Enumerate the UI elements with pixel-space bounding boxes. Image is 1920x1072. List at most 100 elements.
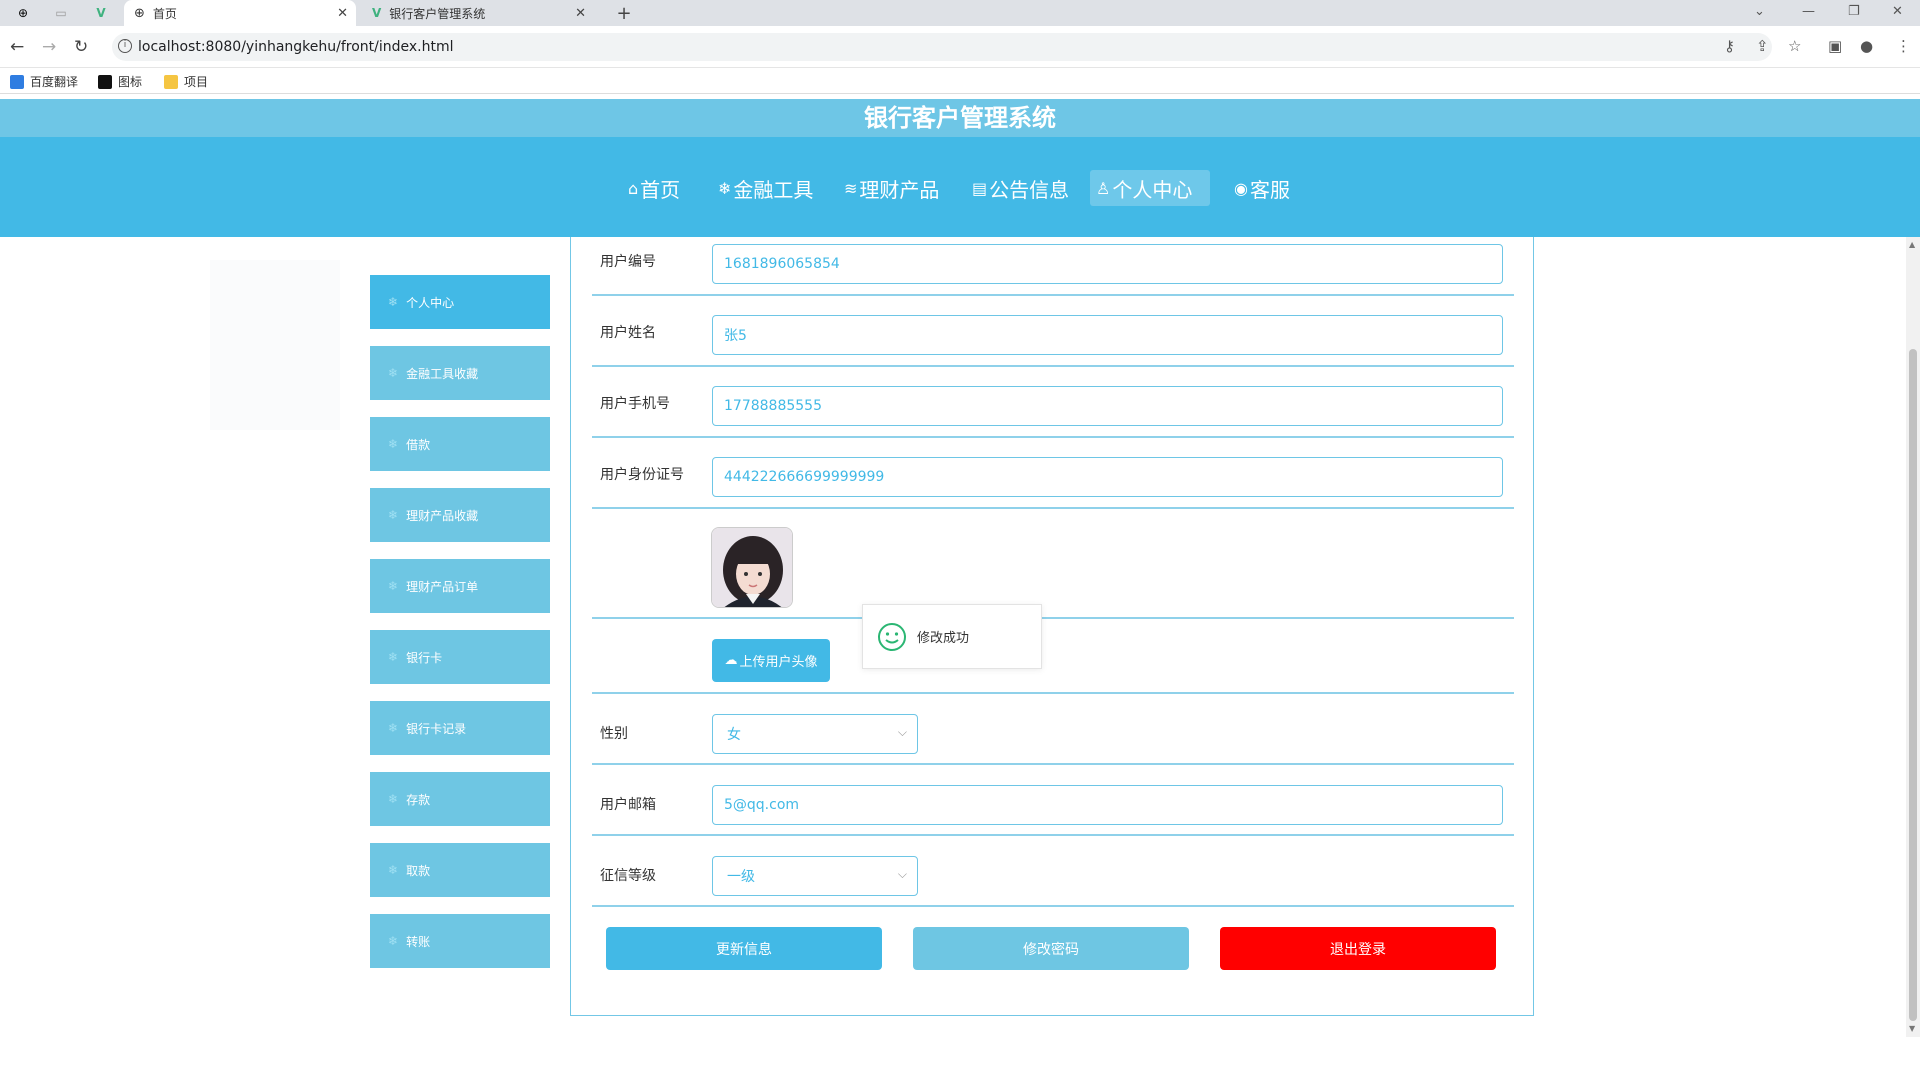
forward-icon[interactable]: → (42, 37, 56, 57)
sidebar-item-label: 个人中心 (406, 295, 455, 310)
star-icon[interactable]: ☆ (1788, 37, 1801, 55)
vue-icon[interactable]: V (92, 5, 110, 21)
row-divider (592, 692, 1514, 694)
close-icon[interactable]: ✕ (575, 6, 586, 21)
share-icon[interactable]: ⇪ (1756, 37, 1769, 55)
tab-title: 银行客户管理系统 (389, 6, 486, 21)
id-card-input[interactable]: 444222666699999999 (712, 457, 1503, 497)
snowflake-icon: ❄ (388, 792, 399, 806)
sidebar-item-label: 存款 (406, 792, 431, 807)
browser-tab-home[interactable]: ⊕ 首页 ✕ (124, 0, 356, 26)
avatar-image (712, 528, 792, 607)
nav-personal-center[interactable]: ♙ 个人中心 (1090, 170, 1210, 206)
sidebar-item-label: 银行卡 (406, 650, 443, 665)
bookmark-project-folder[interactable]: 项目 (164, 73, 208, 90)
snowflake-icon: ❄ (388, 934, 399, 948)
sidebar-item-tool-favorites[interactable]: ❄ 金融工具收藏 (370, 346, 550, 400)
faded-background-decoration (210, 260, 340, 430)
credit-level-select[interactable]: 一级 ⌵ (712, 856, 918, 896)
row-divider (592, 763, 1514, 765)
sidebar-item-personal-center[interactable]: ❄ 个人中心 (370, 275, 550, 329)
reload-icon[interactable]: ↻ (74, 37, 88, 57)
globe-icon[interactable]: ⊕ (14, 5, 32, 21)
restore-icon[interactable]: ❐ (1848, 4, 1860, 19)
snowflake-icon: ❄ (388, 508, 399, 522)
site-title: 银行客户管理系统 (0, 99, 1920, 137)
nav-label: 个人中心 (1112, 177, 1193, 202)
cloud-upload-icon: ☁ (724, 653, 738, 668)
update-info-button[interactable]: 更新信息 (606, 927, 882, 970)
close-icon[interactable]: ✕ (337, 6, 348, 21)
sidepanel-icon[interactable]: ▣ (1828, 37, 1842, 55)
sidebar-item-card-records[interactable]: ❄ 银行卡记录 (370, 701, 550, 755)
sidebar-item-product-favorites[interactable]: ❄ 理财产品收藏 (370, 488, 550, 542)
user-id-label: 用户编号 (600, 254, 656, 270)
nav-label: 客服 (1249, 177, 1290, 202)
new-tab-button[interactable]: + (615, 3, 633, 24)
sidebar-item-loan[interactable]: ❄ 借款 (370, 417, 550, 471)
credit-level-value: 一级 (727, 869, 755, 885)
sidebar-item-label: 金融工具收藏 (406, 366, 479, 381)
snowflake-icon: ❄ (388, 863, 399, 877)
email-label: 用户邮箱 (600, 797, 656, 813)
info-icon[interactable]: i (118, 39, 132, 53)
user-id-input[interactable]: 1681896065854 (712, 244, 1503, 284)
nav-label: 金融工具 (733, 177, 814, 202)
phone-input[interactable]: 17788885555 (712, 386, 1503, 426)
bookmark-label: 项目 (184, 75, 209, 89)
bookmark-icons[interactable]: 图标 (98, 73, 142, 90)
nav-home[interactable]: ⌂ 首页 (622, 170, 686, 206)
chat-icon: ◉ (1234, 178, 1248, 198)
snowflake-icon: ❄ (388, 295, 399, 309)
smile-icon (878, 622, 906, 651)
user-name-input[interactable]: 张5 (712, 315, 1503, 355)
nav-customer-service[interactable]: ◉ 客服 (1228, 170, 1296, 206)
key-icon[interactable]: ⚷ (1724, 37, 1735, 55)
sidebar-item-deposit[interactable]: ❄ 存款 (370, 772, 550, 826)
avatar (711, 527, 793, 608)
profile-icon[interactable]: ● (1860, 37, 1873, 55)
sidebar-item-withdraw[interactable]: ❄ 取款 (370, 843, 550, 897)
logout-button[interactable]: 退出登录 (1220, 927, 1496, 970)
snowflake-icon: ❄ (388, 579, 399, 593)
sidebar-item-bank-card[interactable]: ❄ 银行卡 (370, 630, 550, 684)
tab-title: 首页 (152, 6, 177, 21)
snowflake-icon: ❄ (388, 650, 399, 664)
close-window-icon[interactable]: ✕ (1892, 4, 1903, 19)
scroll-down-icon[interactable]: ▼ (1909, 1024, 1915, 1033)
email-input[interactable]: 5@qq.com (712, 785, 1503, 825)
gender-select[interactable]: 女 ⌵ (712, 714, 918, 754)
sidebar-item-label: 借款 (406, 437, 431, 452)
nav-wealth-products[interactable]: ≋ 理财产品 (838, 170, 945, 206)
sidebar-item-label: 理财产品收藏 (406, 508, 479, 523)
nav-label: 公告信息 (989, 177, 1070, 202)
sidebar-item-product-orders[interactable]: ❄ 理财产品订单 (370, 559, 550, 613)
translate-icon (10, 74, 24, 89)
phone-label: 用户手机号 (600, 396, 670, 412)
row-divider (592, 617, 1514, 619)
nav-financial-tools[interactable]: ❄ 金融工具 (712, 170, 819, 206)
minimize-icon[interactable]: — (1802, 4, 1815, 19)
row-divider (592, 436, 1514, 438)
toast-message: 修改成功 (917, 631, 970, 646)
sidebar-item-label: 银行卡记录 (406, 721, 467, 736)
bookmark-label: 图标 (118, 75, 143, 89)
nav-announcements[interactable]: ▤ 公告信息 (966, 170, 1075, 206)
upload-avatar-button[interactable]: ☁ 上传用户头像 (712, 639, 830, 682)
scroll-up-icon[interactable]: ▲ (1909, 240, 1915, 249)
gender-label: 性别 (600, 726, 628, 742)
back-icon[interactable]: ← (10, 37, 24, 57)
chevron-down-icon[interactable]: ⌄ (1754, 4, 1765, 19)
blank-tab-icon[interactable]: ▭ (52, 5, 70, 21)
snowflake-icon: ❄ (388, 366, 399, 380)
folder-icon (164, 74, 178, 89)
url-input[interactable]: i localhost:8080/yinhangkehu/front/index… (112, 33, 1772, 61)
bookmarks-bar: 百度翻译 图标 项目 (0, 68, 1920, 94)
browser-tab-system[interactable]: V 银行客户管理系统 ✕ (362, 0, 594, 26)
menu-icon[interactable]: ⋮ (1896, 37, 1911, 55)
scrollbar-thumb[interactable] (1909, 349, 1917, 1021)
change-password-button[interactable]: 修改密码 (913, 927, 1189, 970)
bookmark-baidu-translate[interactable]: 百度翻译 (10, 73, 78, 90)
user-name-label: 用户姓名 (600, 325, 656, 341)
sidebar-item-transfer[interactable]: ❄ 转账 (370, 914, 550, 968)
